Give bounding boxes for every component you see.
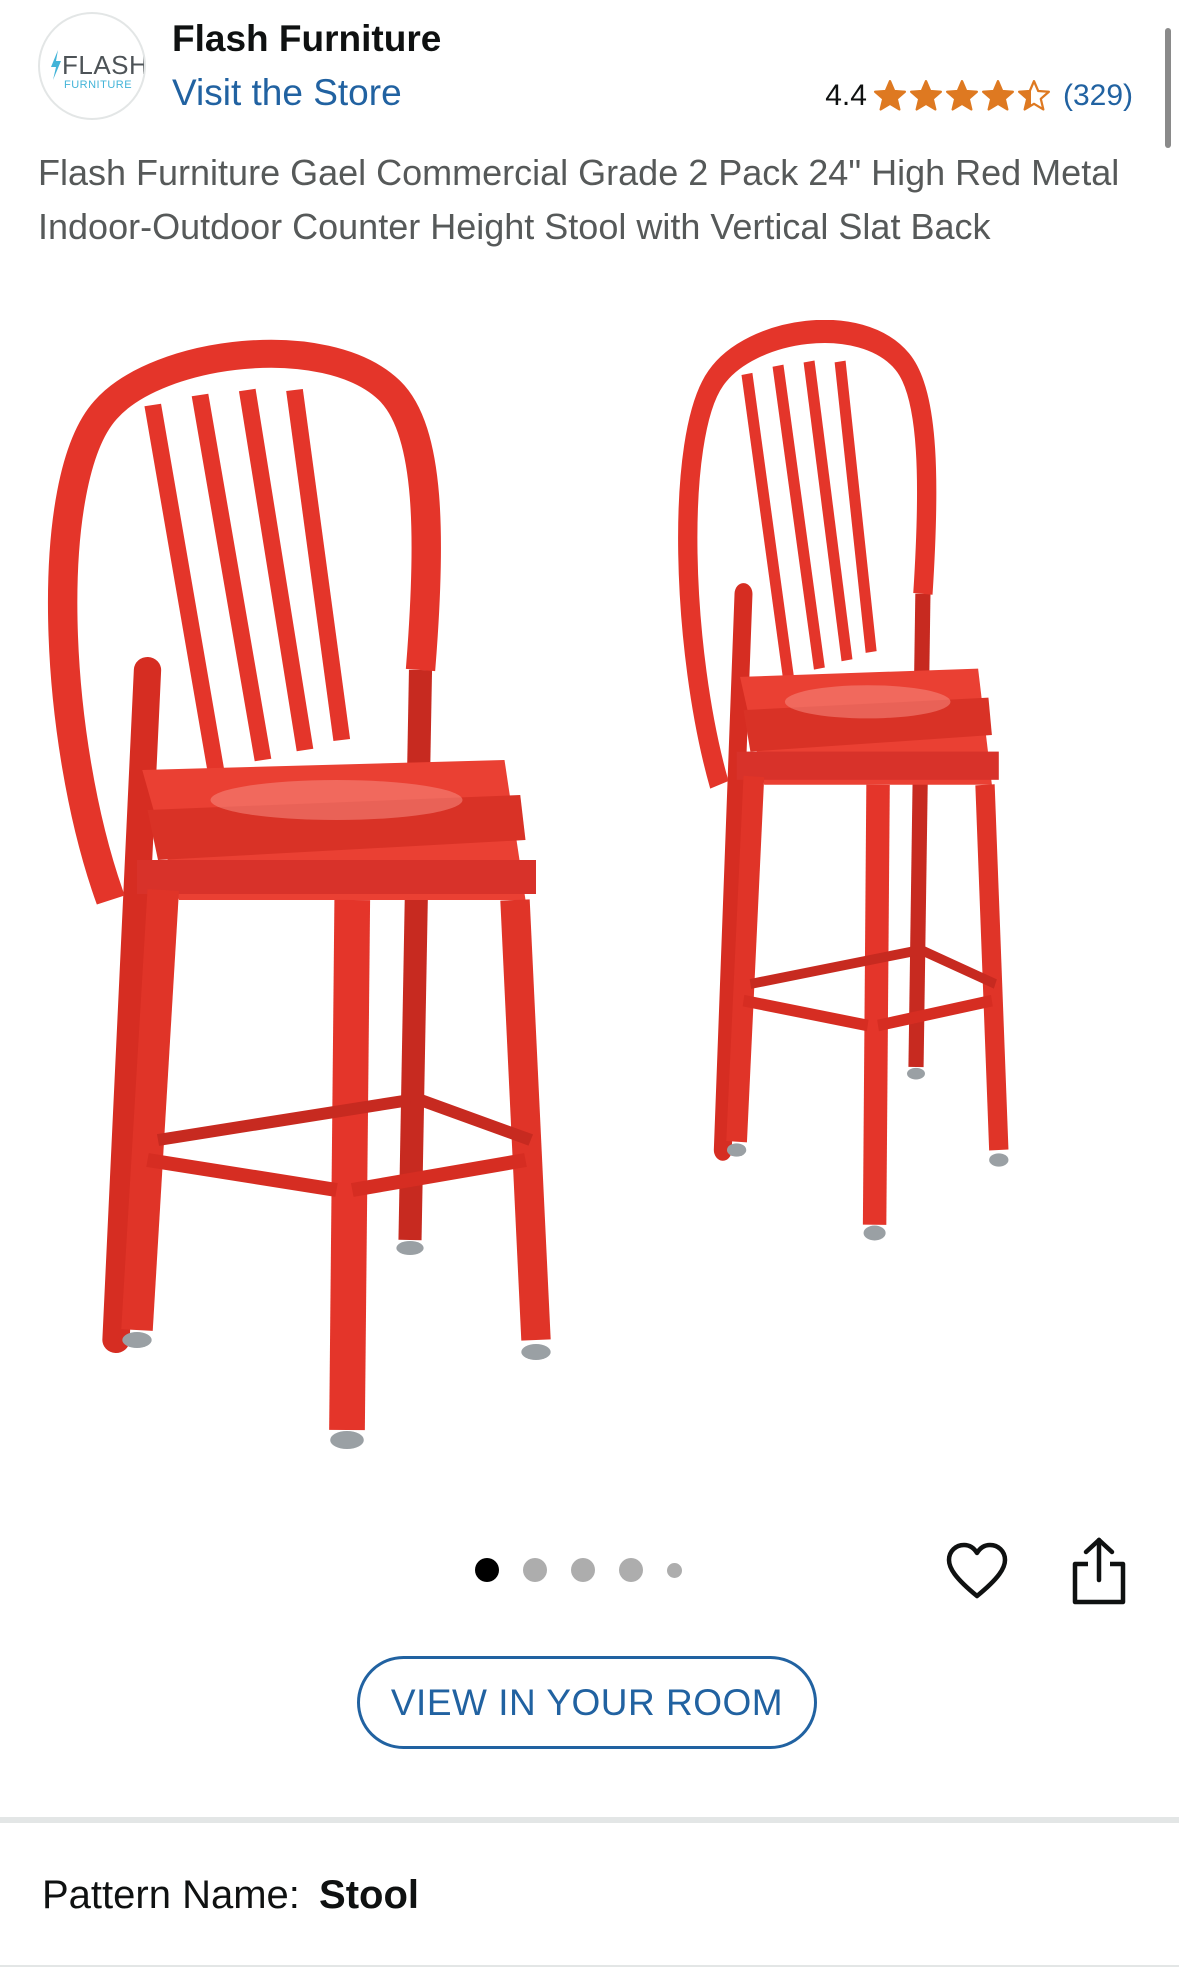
product-title: Flash Furniture Gael Commercial Grade 2 … bbox=[38, 152, 1120, 247]
carousel-dot[interactable] bbox=[523, 1558, 547, 1582]
product-image[interactable] bbox=[0, 320, 1179, 1470]
store-header: FLASH FURNITURE Flash Furniture Visit th… bbox=[0, 0, 1179, 130]
stool-left bbox=[63, 354, 551, 1449]
share-icon[interactable] bbox=[1070, 1536, 1128, 1606]
logo-text: FLASH bbox=[62, 50, 146, 80]
star-half-icon bbox=[1017, 79, 1050, 111]
star-rating bbox=[873, 79, 1053, 113]
stool-right bbox=[688, 331, 1009, 1240]
heart-icon[interactable] bbox=[945, 1540, 1009, 1604]
brand-name: Flash Furniture bbox=[172, 18, 442, 59]
visit-store-link[interactable]: Visit the Store bbox=[172, 72, 402, 114]
pattern-selector: Pattern Name: Stool bbox=[42, 1873, 419, 1918]
view-in-room-button[interactable]: VIEW IN YOUR ROOM bbox=[357, 1656, 817, 1749]
star-full-icon bbox=[873, 79, 906, 111]
carousel-dot[interactable] bbox=[667, 1562, 682, 1578]
star-full-icon bbox=[909, 79, 942, 111]
logo-subtext: FURNITURE bbox=[64, 79, 133, 91]
carousel-dot[interactable] bbox=[571, 1558, 595, 1582]
brand-logo[interactable]: FLASH FURNITURE bbox=[38, 12, 146, 120]
section-divider bbox=[0, 1817, 1179, 1823]
rating-count[interactable]: (329) bbox=[1063, 79, 1133, 113]
star-full-icon bbox=[981, 79, 1014, 111]
carousel-dot[interactable] bbox=[475, 1558, 499, 1582]
carousel-dot[interactable] bbox=[619, 1558, 643, 1582]
pattern-label: Pattern Name: bbox=[42, 1873, 300, 1917]
star-full-icon bbox=[945, 79, 978, 111]
rating-summary[interactable]: 4.4 (329) bbox=[825, 76, 1133, 116]
lightning-bolt-icon bbox=[51, 50, 61, 80]
image-carousel-dots[interactable] bbox=[475, 1558, 706, 1582]
rating-value: 4.4 bbox=[825, 79, 867, 112]
scrollbar[interactable] bbox=[1165, 28, 1171, 148]
pattern-value: Stool bbox=[319, 1873, 419, 1917]
bottom-divider bbox=[0, 1965, 1179, 1967]
